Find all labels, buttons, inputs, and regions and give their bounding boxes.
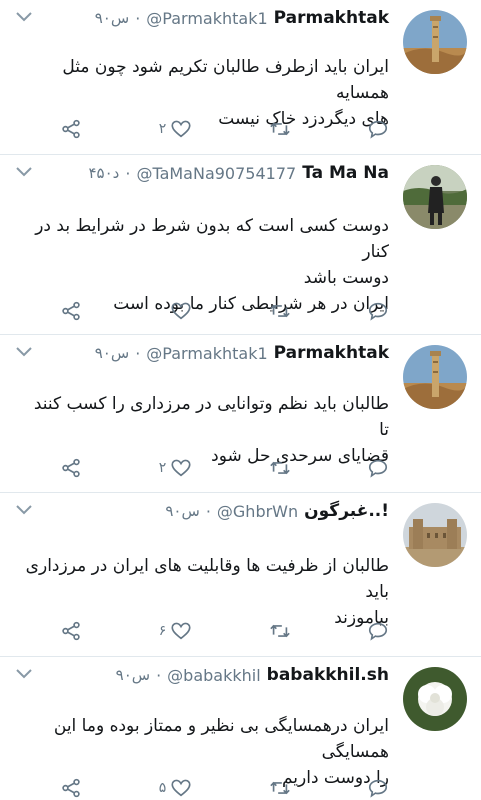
- tweet-actions: ۶: [60, 619, 389, 643]
- avatar[interactable]: [403, 10, 467, 74]
- tweet-header: ۹۰س · @Parmakhtak1 Parmakhtak: [94, 8, 389, 28]
- like-icon: [171, 120, 191, 138]
- display-name[interactable]: غبرگون..!: [304, 501, 389, 521]
- like-count: ۵: [158, 780, 167, 796]
- reply-icon: [368, 779, 388, 798]
- like-button[interactable]: ۶: [158, 619, 192, 643]
- retweet-icon: [269, 304, 290, 318]
- like-icon: [171, 779, 191, 797]
- reply-icon: [368, 120, 388, 139]
- reply-button[interactable]: [367, 299, 389, 323]
- tweet[interactable]: ۹۰س · @Parmakhtak1 Parmakhtak طالبان بای…: [0, 335, 481, 493]
- fortress-photo: [403, 503, 467, 567]
- avatar[interactable]: [403, 667, 467, 731]
- tweet[interactable]: ۹۰س · @GhbrWn غبرگون..! طالبان از ظرفیت …: [0, 493, 481, 657]
- avatar[interactable]: [403, 503, 467, 567]
- tweet-actions: ۲: [60, 456, 389, 480]
- display-name[interactable]: Parmakhtak: [274, 8, 389, 28]
- like-count: ۲: [158, 460, 167, 476]
- tweet-header: ۹۰س · @GhbrWn غبرگون..!: [165, 501, 389, 521]
- user-handle[interactable]: @TaMaNa90754177: [136, 164, 296, 183]
- like-icon: [171, 622, 191, 640]
- share-icon: [62, 301, 80, 321]
- retweet-button[interactable]: [269, 619, 291, 643]
- retweet-button[interactable]: [269, 456, 291, 480]
- share-button[interactable]: [60, 776, 82, 800]
- retweet-icon: [269, 781, 290, 795]
- like-button[interactable]: ۵: [158, 776, 192, 800]
- share-icon: [62, 458, 80, 478]
- reply-button[interactable]: [367, 619, 389, 643]
- share-icon: [62, 119, 80, 139]
- display-name[interactable]: Parmakhtak: [274, 343, 389, 363]
- timestamp: ۹۰س: [94, 9, 130, 27]
- chevron-down-icon[interactable]: [14, 667, 34, 681]
- retweet-icon: [269, 122, 290, 136]
- chevron-down-icon[interactable]: [14, 165, 34, 179]
- tweet-feed: ۹۰س · @Parmakhtak1 Parmakhtak ایران باید…: [0, 0, 481, 800]
- like-count: ۲: [158, 121, 167, 137]
- tweet[interactable]: ۴۵۰د · @TaMaNa90754177 Ta Ma Na دوست کسی…: [0, 155, 481, 335]
- tweet-header: ۹۰س · @Parmakhtak1 Parmakhtak: [94, 343, 389, 363]
- timestamp: ۹۰س: [165, 502, 200, 520]
- reply-icon: [368, 622, 388, 641]
- tweet[interactable]: ۹۰س · @Parmakhtak1 Parmakhtak ایران باید…: [0, 0, 481, 155]
- user-handle[interactable]: @GhbrWn: [217, 502, 298, 521]
- tweet-actions: ۵: [60, 776, 389, 800]
- reply-icon: [368, 459, 388, 478]
- chevron-down-icon[interactable]: [14, 345, 34, 359]
- tweet[interactable]: ۹۰س · @babakkhil babakkhil.sh ایران درهم…: [0, 657, 481, 800]
- timestamp: ۹۰س: [115, 666, 151, 684]
- tweet-actions: [60, 299, 389, 323]
- retweet-button[interactable]: [269, 299, 291, 323]
- tweet-actions: ۲: [60, 117, 389, 141]
- timestamp: ۴۵۰د: [88, 164, 120, 182]
- user-handle[interactable]: @Parmakhtak1: [146, 344, 267, 363]
- reply-icon: [368, 302, 388, 321]
- tweet-header: ۴۵۰د · @TaMaNa90754177 Ta Ma Na: [88, 163, 389, 183]
- avatar[interactable]: [403, 345, 467, 409]
- retweet-icon: [269, 624, 290, 638]
- retweet-button[interactable]: [269, 117, 291, 141]
- share-button[interactable]: [60, 456, 82, 480]
- share-button[interactable]: [60, 619, 82, 643]
- like-button[interactable]: ۲: [158, 456, 192, 480]
- user-handle[interactable]: @Parmakhtak1: [146, 9, 267, 28]
- like-button[interactable]: [158, 299, 192, 323]
- display-name[interactable]: babakkhil.sh: [267, 665, 389, 685]
- like-button[interactable]: ۲: [158, 117, 192, 141]
- retweet-icon: [269, 461, 290, 475]
- minaret-photo: [403, 345, 467, 409]
- chevron-down-icon[interactable]: [14, 10, 34, 24]
- avatar[interactable]: [403, 165, 467, 229]
- chevron-down-icon[interactable]: [14, 503, 34, 517]
- reply-button[interactable]: [367, 117, 389, 141]
- display-name[interactable]: Ta Ma Na: [302, 163, 389, 183]
- share-icon: [62, 778, 80, 798]
- timestamp: ۹۰س: [94, 344, 130, 362]
- minaret-photo: [403, 10, 467, 74]
- like-icon: [171, 459, 191, 477]
- white-flower-photo: [403, 667, 467, 731]
- retweet-button[interactable]: [269, 776, 291, 800]
- like-icon: [171, 302, 191, 320]
- like-count: ۶: [158, 623, 167, 639]
- user-handle[interactable]: @babakkhil: [167, 666, 260, 685]
- share-button[interactable]: [60, 299, 82, 323]
- person-in-field-photo: [403, 165, 467, 229]
- reply-button[interactable]: [367, 776, 389, 800]
- share-button[interactable]: [60, 117, 82, 141]
- reply-button[interactable]: [367, 456, 389, 480]
- share-icon: [62, 621, 80, 641]
- tweet-header: ۹۰س · @babakkhil babakkhil.sh: [115, 665, 389, 685]
